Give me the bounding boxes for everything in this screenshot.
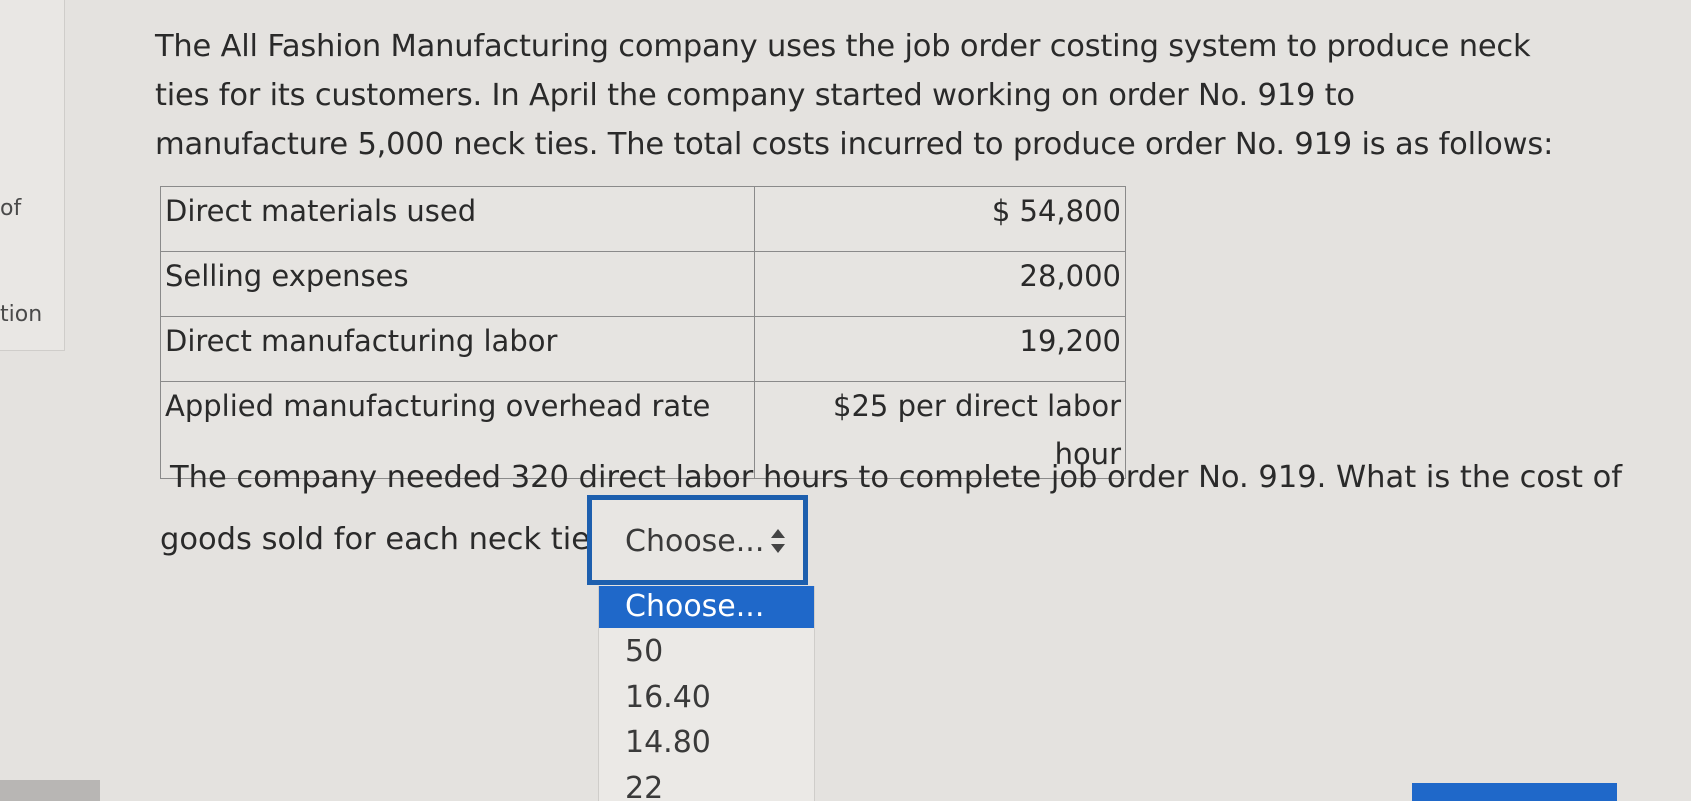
cost-value: 19,200 xyxy=(754,316,1126,382)
bottom-left-panel xyxy=(0,780,100,801)
dropdown-option[interactable]: 22 xyxy=(599,768,814,801)
cost-value: 28,000 xyxy=(754,251,1126,317)
question-followup-line-1: The company needed 320 direct labor hour… xyxy=(170,460,1623,495)
answer-dropdown-list: Choose... 50 16.40 14.80 22 xyxy=(598,586,815,801)
answer-select-value: Choose... xyxy=(625,524,765,559)
table-row: Direct manufacturing labor 19,200 xyxy=(160,316,1126,382)
cost-label: Direct materials used xyxy=(160,186,755,252)
dropdown-option[interactable]: Choose... xyxy=(599,586,814,628)
next-button[interactable] xyxy=(1412,783,1617,801)
question-intro-text: The All Fashion Manufacturing company us… xyxy=(155,29,1554,162)
cost-label: Direct manufacturing labor xyxy=(160,316,755,382)
up-down-arrows-icon xyxy=(771,529,785,553)
question-followup-line-2: goods sold for each neck tie? xyxy=(160,522,607,557)
dropdown-option[interactable]: 14.80 xyxy=(599,722,814,764)
answer-select[interactable]: Choose... xyxy=(587,495,808,585)
table-row: Selling expenses 28,000 xyxy=(160,251,1126,317)
left-sidebar-panel: of tion xyxy=(0,0,65,351)
left-panel-text-fragment: tion xyxy=(0,302,43,327)
cost-table: Direct materials used $ 54,800 Selling e… xyxy=(160,186,1126,479)
cost-value: $ 54,800 xyxy=(754,186,1126,252)
left-panel-text-fragment: of xyxy=(0,196,22,221)
table-row: Direct materials used $ 54,800 xyxy=(160,186,1126,252)
dropdown-option[interactable]: 50 xyxy=(599,631,814,673)
dropdown-option[interactable]: 16.40 xyxy=(599,677,814,719)
cost-label: Selling expenses xyxy=(160,251,755,317)
